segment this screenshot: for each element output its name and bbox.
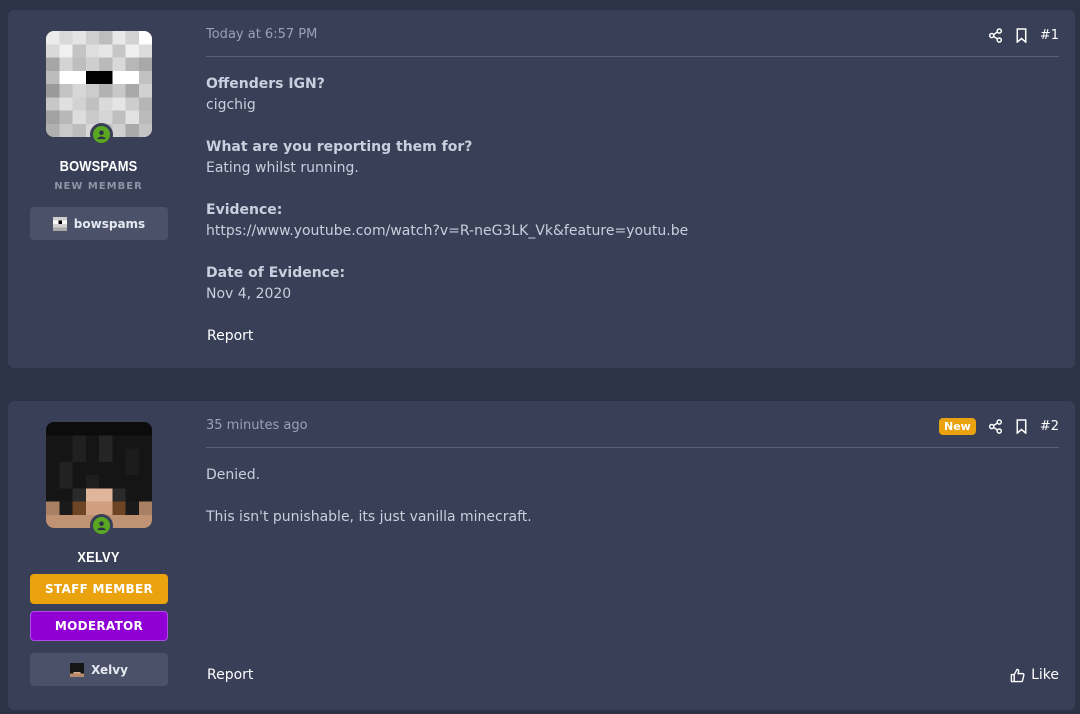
avatar-container[interactable] (46, 422, 152, 537)
field-question: Offenders IGN? (206, 76, 325, 92)
post-2: XELVY STAFF MEMBER MODERATOR Xelvy 35 mi… (8, 401, 1075, 710)
ign-label: bowspams (73, 216, 146, 231)
post-timestamp[interactable]: 35 minutes ago (206, 418, 308, 433)
field-question: What are you reporting them for? (206, 139, 473, 155)
field-question: Evidence: (206, 202, 283, 218)
field-answer: Eating whilst running. (206, 160, 359, 176)
new-badge: New (938, 417, 976, 435)
post-number[interactable]: #2 (1040, 419, 1059, 434)
post-actions: New #2 (938, 416, 1059, 436)
post-actions: #1 (988, 25, 1059, 45)
field-answer: cigchig (206, 97, 256, 113)
evidence-link[interactable]: https://www.youtube.com/watch?v=R-neG3LK… (206, 223, 688, 239)
field-answer: Nov 4, 2020 (206, 286, 292, 302)
user-info: XELVY STAFF MEMBER MODERATOR Xelvy (8, 401, 189, 710)
moderator-banner: MODERATOR (30, 611, 168, 641)
username[interactable]: XELVY (21, 549, 177, 566)
user-info: BOWSPAMS NEW MEMBER bowspams (8, 10, 189, 368)
post-number[interactable]: #1 (1040, 28, 1059, 43)
share-icon[interactable] (988, 27, 1003, 43)
avatar-container[interactable] (46, 31, 152, 146)
post-text-line: This isn't punishable, its just vanilla … (206, 509, 532, 525)
post-timestamp[interactable]: Today at 6:57 PM (206, 27, 317, 42)
share-icon[interactable] (988, 418, 1003, 434)
avatar[interactable] (46, 31, 152, 137)
staff-banner: STAFF MEMBER (30, 574, 168, 604)
bookmark-icon[interactable] (1015, 418, 1028, 434)
user-title: NEW MEMBER (54, 181, 143, 192)
header-divider (206, 447, 1059, 448)
post-1: BOWSPAMS NEW MEMBER bowspams Today at 6:… (8, 10, 1075, 368)
bookmark-icon[interactable] (1015, 27, 1028, 43)
ign-badge: bowspams (30, 207, 168, 240)
minecraft-head-icon (52, 216, 67, 231)
field-question: Date of Evidence: (206, 265, 346, 281)
like-button[interactable]: Like (1010, 667, 1059, 683)
minecraft-head-icon (70, 662, 85, 677)
header-divider (206, 56, 1059, 57)
online-user-icon (90, 123, 113, 146)
post-text-line: Denied. (206, 467, 261, 483)
username[interactable]: BOWSPAMS (21, 158, 177, 175)
online-user-icon (90, 514, 113, 537)
like-label: Like (1031, 667, 1059, 683)
thumbs-up-icon (1010, 668, 1025, 682)
avatar[interactable] (46, 422, 152, 528)
report-link[interactable]: Report (207, 667, 253, 683)
report-link[interactable]: Report (207, 328, 253, 344)
ign-badge: Xelvy (30, 653, 168, 686)
ign-label: Xelvy (91, 662, 128, 677)
